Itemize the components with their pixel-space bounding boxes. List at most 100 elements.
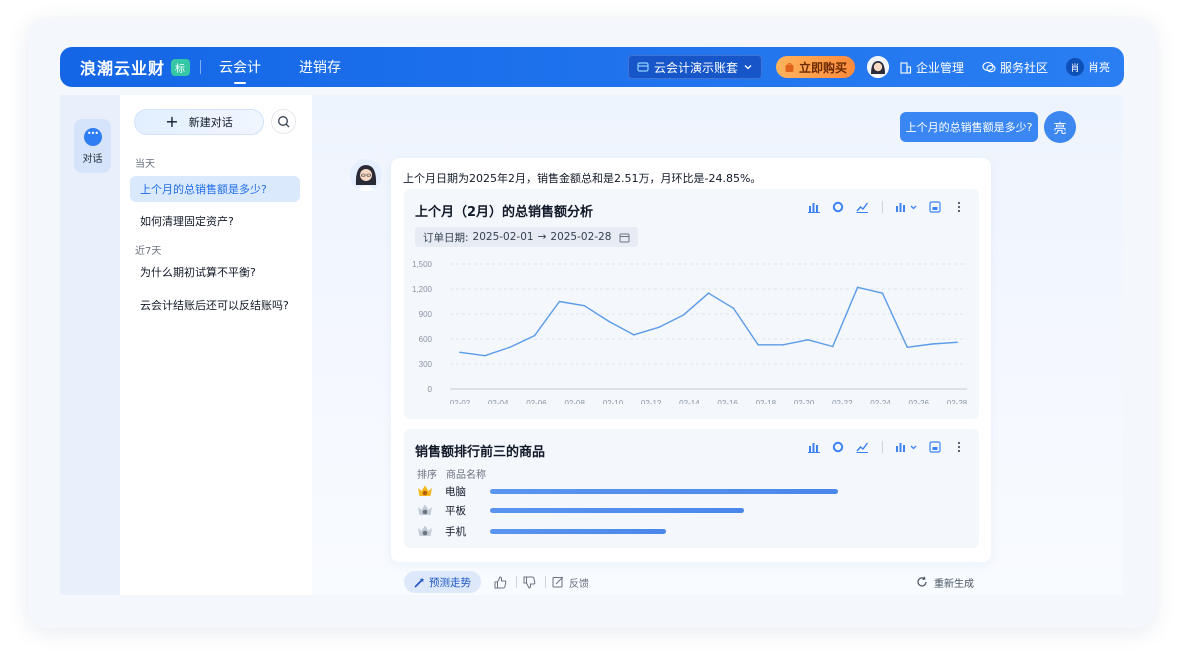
donut-chart-icon[interactable]	[828, 198, 848, 216]
x-tick-label: 02-04	[488, 399, 509, 404]
buy-button-label: 立即购买	[798, 60, 847, 75]
service-community-link[interactable]: 服务社区	[982, 59, 1048, 76]
x-tick-label: 02-28	[947, 399, 968, 404]
sales-series-line	[459, 286, 958, 357]
search-history-button[interactable]	[271, 109, 296, 134]
x-tick-label: 02-24	[870, 399, 891, 404]
search-icon	[278, 116, 290, 128]
buy-button[interactable]: 立即购买	[775, 56, 855, 78]
data-point	[608, 320, 610, 323]
user-menu[interactable]: 肖 肖亮	[1066, 58, 1110, 76]
plus-icon: +	[165, 112, 179, 131]
data-point	[484, 354, 486, 357]
divider	[516, 576, 517, 588]
history-item[interactable]: 云会计结账后还可以反结账吗?	[130, 292, 300, 318]
silver-crown-icon	[418, 504, 432, 515]
data-point	[831, 345, 834, 348]
history-item[interactable]: 上个月的总销售额是多少?	[130, 176, 300, 202]
rank-bar	[490, 507, 744, 513]
brand-name: 浪潮云业财	[80, 59, 166, 78]
tab-inventory[interactable]: 进销存	[299, 57, 341, 77]
new-chat-button[interactable]: + 新建对话	[134, 109, 264, 135]
bar-chart-icon[interactable]	[804, 438, 824, 456]
brand-logo[interactable]: 浪潮云业财 标	[80, 55, 191, 79]
regenerate-label: 重新生成	[934, 578, 974, 590]
data-point	[956, 341, 958, 344]
x-tick-label: 02-16	[717, 399, 738, 404]
x-tick-label: 02-20	[794, 399, 815, 404]
data-point	[583, 304, 586, 307]
y-tick-label: 300	[419, 360, 433, 369]
bag-icon	[785, 62, 794, 72]
data-point	[881, 292, 884, 294]
predict-trend-label: 预测走势	[429, 576, 471, 589]
rail-item-chat[interactable]: 对话	[74, 119, 111, 173]
building-icon	[900, 61, 912, 74]
regenerate-button[interactable]: 重新生成	[916, 575, 974, 590]
more-options-icon[interactable]	[949, 198, 969, 216]
history-item[interactable]: 如何清理固定资产?	[130, 208, 300, 234]
history-group-7days: 近7天	[135, 246, 162, 257]
line-chart-icon[interactable]	[852, 198, 872, 216]
feedback-label[interactable]: 反馈	[569, 575, 589, 590]
save-image-icon[interactable]	[925, 198, 945, 216]
date-range-filter[interactable]: 订单日期: 2025-02-01 → 2025-02-28	[415, 227, 639, 247]
x-tick-label: 02-22	[832, 399, 853, 404]
account-select-value: 云会计演示账套	[653, 60, 738, 75]
top-products-title: 销售额排行前三的商品	[415, 445, 546, 460]
thumbs-down-icon[interactable]	[522, 575, 536, 589]
brand-badge: 标	[171, 58, 191, 76]
comment-icon	[982, 61, 996, 72]
x-tick-label: 02-18	[756, 399, 777, 404]
data-point	[459, 351, 461, 354]
top-products-panel: 销售额排行前三的商品 排序 商品名称 电脑 平板 手机	[404, 429, 979, 548]
rank-bar	[490, 528, 667, 534]
data-point	[633, 334, 635, 336]
trend-chart-panel: 上个月（2月）的总销售额分析 订单日期: 2025-02-01 → 2025-0…	[404, 189, 979, 419]
date-to: 2025-02-28	[550, 231, 612, 243]
feedback-icon[interactable]	[551, 575, 565, 589]
rail-item-label: 对话	[82, 153, 103, 165]
tab-cloud-accounting[interactable]: 云会计	[219, 57, 261, 84]
account-select[interactable]: 云会计演示账套	[627, 55, 762, 79]
data-point	[658, 326, 660, 329]
chart-type-dropdown-icon[interactable]	[893, 438, 921, 456]
product-name: 电脑	[445, 485, 466, 498]
bar-chart-icon[interactable]	[804, 198, 824, 216]
rank-bar-track	[490, 528, 920, 534]
toolbar-divider	[882, 201, 883, 213]
x-tick-label: 02-10	[603, 399, 624, 404]
rank-column-header: 排序	[417, 470, 437, 481]
thumbs-up-icon[interactable]	[493, 575, 507, 589]
history-item[interactable]: 为什么期初试算不平衡?	[130, 259, 300, 285]
y-tick-label: 900	[419, 310, 433, 319]
user-message-bubble: 上个月的总销售额是多少?	[900, 112, 1038, 142]
predict-trend-button[interactable]: 预测走势	[404, 571, 481, 593]
divider	[545, 576, 546, 588]
data-point	[732, 307, 735, 309]
top-bar: 浪潮云业财 标 云会计 进销存 云会计演示账套 立即购买 企业管理 服务社区 肖…	[60, 47, 1124, 87]
product-name: 手机	[445, 525, 466, 538]
donut-chart-icon[interactable]	[828, 438, 848, 456]
trend-chart-title: 上个月（2月）的总销售额分析	[415, 205, 594, 220]
data-point	[682, 314, 685, 316]
more-options-icon[interactable]	[949, 438, 969, 456]
line-chart-icon[interactable]	[852, 438, 872, 456]
service-community-label: 服务社区	[999, 60, 1048, 75]
assistant-avatar-small[interactable]	[866, 56, 889, 78]
save-image-icon[interactable]	[925, 438, 945, 456]
chart-toolbar	[804, 198, 969, 216]
enterprise-management-link[interactable]: 企业管理	[899, 59, 964, 76]
product-name: 平板	[445, 504, 466, 517]
refresh-icon	[917, 576, 927, 587]
x-tick-label: 02-08	[564, 399, 585, 404]
sales-trend-line-chart: 0 300 600 900 1,200 1,500 02-02 02-04 02-06 02-08…	[412, 260, 968, 404]
date-filter-label: 订单日期:	[423, 231, 469, 244]
data-point	[558, 300, 561, 303]
user-avatar: 亮	[1044, 111, 1076, 143]
chart-type-dropdown-icon[interactable]	[893, 198, 921, 216]
divider	[200, 60, 202, 74]
y-tick-label: 600	[419, 335, 433, 344]
user-avatar-initial: 肖	[1066, 58, 1084, 76]
data-point	[931, 343, 933, 345]
